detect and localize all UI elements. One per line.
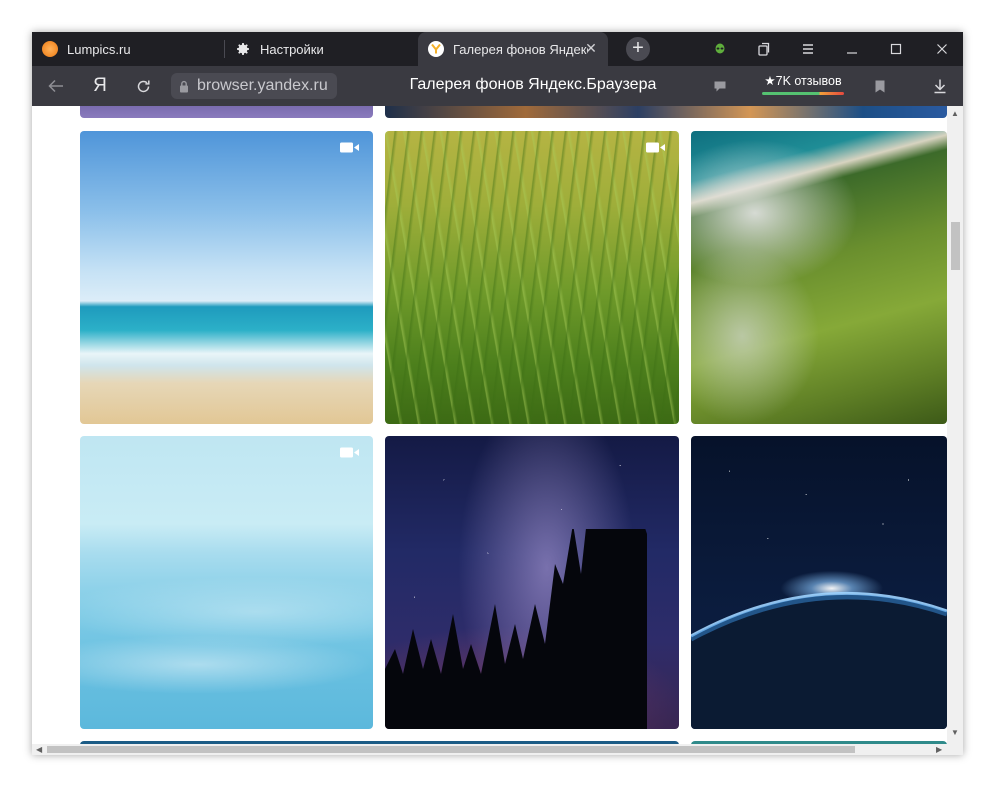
address-bar: Я browser.yandex.ru Галерея фонов Яндекс… xyxy=(32,66,963,106)
close-icon[interactable] xyxy=(930,37,954,61)
bookmark-icon[interactable] xyxy=(868,74,892,98)
tab-gallery-active[interactable]: Галерея фонов Яндекс.Браузера ✕ xyxy=(418,32,608,66)
tab-title: Lumpics.ru xyxy=(67,41,131,57)
feedback-icon[interactable] xyxy=(708,74,732,98)
browser-window: Lumpics.ru Настройки Галерея фонов Яндек… xyxy=(32,32,963,755)
video-icon xyxy=(646,142,665,153)
maximize-icon[interactable] xyxy=(884,37,908,61)
forest-silhouette xyxy=(385,529,647,729)
gallery-tile-partial-top[interactable] xyxy=(80,106,373,118)
reviews-label: ★7K отзывов xyxy=(764,74,842,88)
horizontal-scrollbar[interactable]: ◀ ▶ xyxy=(32,744,963,755)
tab-strip: Lumpics.ru Настройки Галерея фонов Яндек… xyxy=(32,32,963,66)
url-text: browser.yandex.ru xyxy=(197,77,328,94)
reviews-rating-bar xyxy=(762,92,844,95)
page-title: Галерея фонов Яндекс.Браузера xyxy=(409,76,657,93)
lock-icon xyxy=(171,80,197,93)
tab-title: Настройки xyxy=(260,41,324,57)
scroll-up-arrow-icon[interactable]: ▲ xyxy=(951,109,959,119)
menu-icon[interactable] xyxy=(796,37,820,61)
reviews-button[interactable]: ★7K отзывов xyxy=(760,73,846,99)
tab-settings[interactable]: Настройки xyxy=(225,32,415,66)
gallery-item-beach[interactable] xyxy=(80,131,373,424)
extension-alien-icon[interactable] xyxy=(708,37,732,61)
scroll-down-arrow-icon[interactable]: ▼ xyxy=(951,728,959,738)
scroll-left-arrow-icon[interactable]: ◀ xyxy=(36,745,42,755)
vertical-scrollbar[interactable]: ▲ ▼ xyxy=(947,106,963,744)
download-icon[interactable] xyxy=(928,74,952,98)
gallery-page xyxy=(32,106,947,744)
horizontal-scroll-thumb[interactable] xyxy=(47,746,855,753)
vertical-scroll-thumb[interactable] xyxy=(951,222,960,270)
minimize-icon[interactable] xyxy=(840,37,864,61)
close-tab-icon[interactable]: ✕ xyxy=(584,41,598,55)
new-tab-button[interactable]: + xyxy=(626,37,650,61)
yandex-y-icon xyxy=(428,41,444,57)
gallery-item-grass[interactable] xyxy=(385,131,679,424)
gallery-item-milky-way[interactable] xyxy=(385,436,679,729)
url-field[interactable]: browser.yandex.ru xyxy=(171,73,337,99)
video-icon xyxy=(340,447,359,458)
earth-horizon xyxy=(691,591,947,729)
gallery-item-green-cliffs[interactable] xyxy=(691,131,947,424)
tab-title: Галерея фонов Яндекс.Браузера xyxy=(453,41,588,57)
gallery-item-light-blue-sea[interactable] xyxy=(80,436,373,729)
reload-icon[interactable] xyxy=(131,74,155,98)
gear-icon xyxy=(235,41,251,57)
video-icon xyxy=(340,142,359,153)
gallery-tile-partial-top[interactable] xyxy=(385,106,947,118)
back-arrow-icon[interactable] xyxy=(44,74,68,98)
scroll-right-arrow-icon[interactable]: ▶ xyxy=(936,745,942,755)
tab-lumpics[interactable]: Lumpics.ru xyxy=(32,32,224,66)
collections-icon[interactable] xyxy=(752,37,776,61)
lumpics-orange-icon xyxy=(42,41,58,57)
yandex-button[interactable]: Я xyxy=(88,74,112,98)
gallery-item-earth-space[interactable] xyxy=(691,436,947,729)
